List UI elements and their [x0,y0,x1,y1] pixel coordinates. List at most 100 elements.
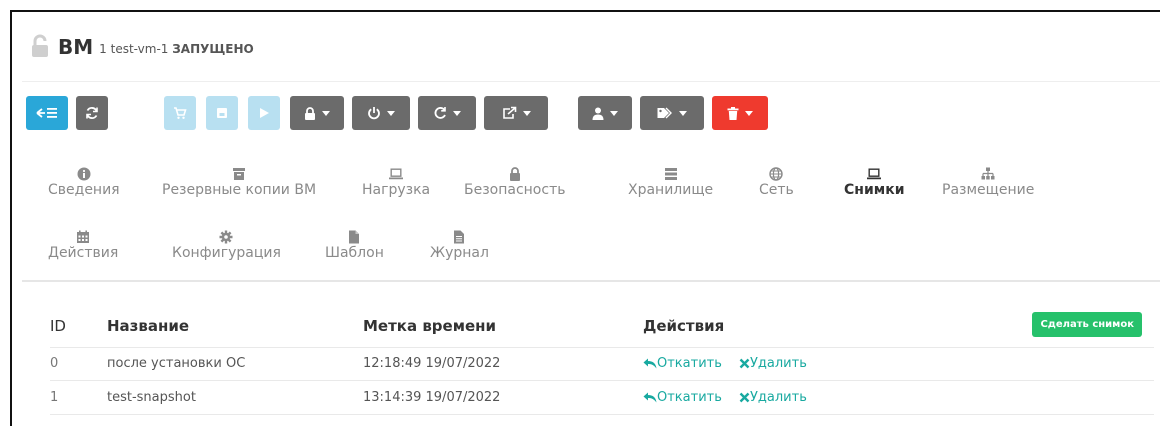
reply-icon [643,358,657,369]
snapshot-name: после установки ОС [107,356,246,371]
cart-icon [174,107,187,119]
play-icon [260,108,269,118]
tabs-divider [22,280,1160,282]
lock-dropdown-button[interactable] [290,96,344,130]
tab-snapshots[interactable]: Снимки [844,167,905,198]
tab-label: Безопасность [464,182,566,198]
lock-icon [509,167,520,181]
database-icon [664,168,677,180]
globe-icon [769,167,784,181]
tab-actions[interactable]: Действия [48,230,118,261]
delete-label: Удалить [750,356,807,371]
tab-backups[interactable]: Резервные копии ВМ [162,167,316,198]
vm-panel: ВМ 1 test-vm-1 ЗАПУЩЕНО Сведения Резервн… [10,10,1160,426]
delete-label: Удалить [750,390,807,405]
laptop-icon [867,168,882,180]
page-title-text: ВМ [58,35,94,59]
tab-label: Резервные копии ВМ [162,182,317,198]
snapshot-timestamp: 12:18:49 19/07/2022 [363,356,501,371]
create-snapshot-button[interactable]: Сделать снимок [1032,312,1142,337]
table-divider [50,380,1154,381]
user-icon [592,107,604,120]
revert-link[interactable]: Откатить [643,356,722,371]
chevron-down-icon [679,110,687,116]
file-text-icon [454,230,465,244]
close-icon [739,358,750,369]
tab-storage[interactable]: Хранилище [628,167,713,198]
vm-id: 1 [99,42,107,56]
tab-network[interactable]: Сеть [759,167,794,198]
column-header-id: ID [50,317,66,335]
snapshot-name: test-snapshot [107,390,196,405]
tab-label: Конфигурация [172,245,281,261]
sitemap-icon [981,167,995,180]
migrate-dropdown-button[interactable] [484,96,548,130]
user-dropdown-button[interactable] [578,96,632,130]
tab-label: Действия [48,245,119,261]
save-button[interactable] [206,96,238,130]
reboot-dropdown-button[interactable] [418,96,476,130]
column-header-timestamp: Метка времени [363,317,497,335]
arrow-left-list-icon [36,108,57,118]
vm-name: test-vm-1 [110,42,169,56]
snapshot-id: 1 [50,390,59,405]
tab-label: Размещение [942,182,1035,198]
tab-placement[interactable]: Размещение [942,167,1034,198]
lock-icon [305,106,315,120]
save-icon [217,108,227,118]
refresh-button[interactable] [76,96,108,130]
chevron-down-icon [322,110,330,116]
info-circle-icon [77,167,91,181]
labels-dropdown-button[interactable] [640,96,704,130]
deploy-button[interactable] [164,96,196,130]
tab-info[interactable]: Сведения [48,167,120,198]
power-icon [368,107,380,120]
tab-template[interactable]: Шаблон [325,230,384,261]
revert-label: Откатить [657,356,722,371]
tab-label: Журнал [430,245,489,261]
revert-link[interactable]: Откатить [643,390,722,405]
tab-log[interactable]: Журнал [430,230,489,261]
tab-label: Шаблон [325,245,384,261]
calendar-icon [77,230,90,243]
play-button[interactable] [248,96,280,130]
chevron-down-icon [453,110,461,116]
column-header-actions: Действия [643,317,725,335]
snapshot-timestamp: 13:14:39 19/07/2022 [363,390,501,405]
tab-security[interactable]: Безопасность [464,167,565,198]
file-icon [349,230,360,244]
chevron-down-icon [522,110,531,116]
delete-link[interactable]: Удалить [739,390,807,405]
close-icon [739,392,750,403]
delete-dropdown-button[interactable] [712,96,768,130]
archive-icon [233,168,246,180]
delete-link[interactable]: Удалить [739,356,807,371]
page-title: ВМ 1 test-vm-1 ЗАПУЩЕНО [28,34,254,58]
tab-label: Сведения [48,182,120,198]
header-divider [22,81,1160,82]
tab-label: Снимки [844,182,905,198]
snapshot-id: 0 [50,356,59,371]
tab-label: Хранилище [628,182,714,198]
table-divider [50,414,1154,415]
tab-label: Нагрузка [362,182,431,198]
tab-configuration[interactable]: Конфигурация [172,230,281,261]
tags-icon [657,107,672,119]
chevron-down-icon [387,110,395,116]
reply-icon [643,392,657,403]
vm-subtitle: 1 test-vm-1 ЗАПУЩЕНО [99,41,254,57]
table-divider [50,347,1154,348]
gear-icon [219,230,233,244]
power-dropdown-button[interactable] [352,96,410,130]
tab-load[interactable]: Нагрузка [362,167,430,198]
share-icon [502,106,516,119]
vm-state: ЗАПУЩЕНО [172,42,254,56]
chevron-down-icon [610,110,618,116]
unlock-icon [28,34,52,58]
revert-label: Откатить [657,390,722,405]
back-to-list-button[interactable] [26,96,68,130]
laptop-icon [389,168,404,180]
trash-icon [727,106,739,120]
tab-label: Сеть [759,182,794,198]
reboot-icon [434,107,446,119]
